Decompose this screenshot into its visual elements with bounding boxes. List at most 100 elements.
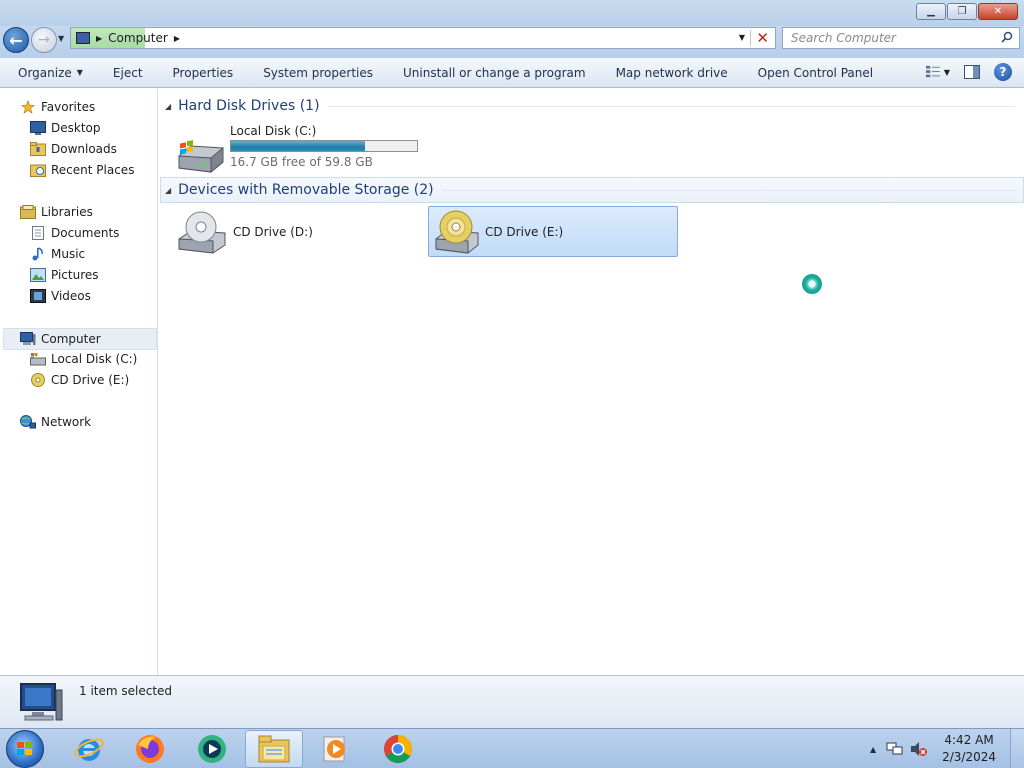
- chrome-icon: [384, 735, 412, 763]
- group-divider: [327, 105, 1015, 107]
- file-explorer-icon: [258, 735, 290, 763]
- change-view-button[interactable]: ▼: [926, 63, 950, 81]
- close-button[interactable]: ✕: [978, 3, 1018, 20]
- local-disk-free-space: 16.7 GB free of 59.8 GB: [230, 155, 373, 169]
- hard-drive-icon: [30, 353, 46, 366]
- details-pane: 1 item selected: [0, 675, 1024, 728]
- command-bar: Organize ▼ Eject Properties System proper…: [0, 58, 1024, 88]
- address-divider: [750, 30, 751, 46]
- address-bar[interactable]: ▶ Computer ▶ ▼ ✕: [70, 27, 776, 49]
- desktop-icon: [30, 121, 46, 135]
- stop-icon[interactable]: ✕: [756, 29, 769, 47]
- nav-desktop[interactable]: Desktop: [30, 118, 101, 138]
- busy-cursor-icon: [802, 274, 822, 294]
- back-arrow-icon: ←: [9, 30, 23, 50]
- taskbar: ▲ 4:42 AM 2/3/2024: [0, 728, 1024, 768]
- show-hidden-icons-icon[interactable]: ▲: [870, 745, 876, 754]
- taskbar-chrome[interactable]: [369, 730, 427, 768]
- taskbar-internet-explorer[interactable]: [60, 730, 118, 768]
- hard-drive-icon: [178, 140, 224, 174]
- system-clock[interactable]: 4:42 AM 2/3/2024: [942, 732, 996, 766]
- map-network-drive-button[interactable]: Map network drive: [601, 58, 743, 88]
- collapse-triangle-icon: ◢: [165, 185, 172, 195]
- breadcrumb-computer[interactable]: Computer: [108, 31, 168, 45]
- nav-favorites[interactable]: Favorites: [20, 97, 95, 117]
- cd-drive-d-label: CD Drive (D:): [233, 225, 313, 239]
- nav-local-disk[interactable]: Local Disk (C:): [30, 349, 137, 369]
- cd-drive-icon: [435, 210, 479, 254]
- nav-cd-drive-e[interactable]: CD Drive (E:): [30, 370, 129, 390]
- nav-computer[interactable]: Computer: [20, 329, 101, 349]
- navigation-pane: Favorites Desktop Downloads Recent Place…: [0, 89, 158, 675]
- computer-icon: [20, 683, 63, 721]
- forward-button[interactable]: →: [31, 27, 57, 53]
- nav-downloads[interactable]: Downloads: [30, 139, 117, 159]
- minimize-button[interactable]: ▁: [916, 3, 946, 20]
- group-removable-storage[interactable]: ◢ Devices with Removable Storage (2): [165, 178, 1015, 202]
- computer-icon: [76, 32, 90, 44]
- window-controls: ▁ ❐ ✕: [916, 3, 1018, 20]
- tile-local-disk[interactable]: Local Disk (C:) 16.7 GB free of 59.8 GB: [177, 124, 418, 174]
- system-properties-button[interactable]: System properties: [248, 58, 388, 88]
- nav-recent-places[interactable]: Recent Places: [30, 160, 134, 180]
- network-status-icon[interactable]: [886, 741, 904, 757]
- clock-date: 2/3/2024: [942, 750, 996, 764]
- help-icon[interactable]: ?: [994, 63, 1012, 81]
- address-dropdown-icon[interactable]: ▼: [739, 33, 745, 42]
- forward-arrow-icon: →: [38, 32, 50, 48]
- properties-button[interactable]: Properties: [158, 58, 249, 88]
- taskbar-media-player[interactable]: [307, 730, 365, 768]
- nav-documents[interactable]: Documents: [30, 223, 119, 243]
- navigation-bar: ← → ▼ ▶ Computer ▶ ▼ ✕: [0, 26, 1024, 58]
- chevron-down-icon[interactable]: ▼: [944, 68, 950, 77]
- nav-music[interactable]: Music: [30, 244, 85, 264]
- nav-videos[interactable]: Videos: [30, 286, 91, 306]
- close-icon: ✕: [993, 5, 1003, 17]
- firefox-icon: [136, 735, 164, 763]
- tile-cd-drive-d[interactable]: CD Drive (D:): [177, 209, 313, 255]
- search-box[interactable]: [782, 27, 1020, 49]
- media-player-icon: [323, 736, 345, 762]
- uninstall-program-button[interactable]: Uninstall or change a program: [388, 58, 601, 88]
- downloads-folder-icon: [30, 142, 46, 156]
- nav-libraries[interactable]: Libraries: [20, 202, 93, 222]
- search-icon[interactable]: [1001, 31, 1013, 43]
- volume-muted-icon[interactable]: [910, 741, 928, 757]
- preview-pane-icon[interactable]: [964, 65, 980, 79]
- eject-button[interactable]: Eject: [98, 58, 158, 88]
- taskbar-file-explorer[interactable]: [245, 730, 303, 768]
- search-input[interactable]: [791, 31, 991, 45]
- collapse-triangle-icon: ◢: [165, 101, 172, 111]
- chevron-down-icon: ▼: [76, 68, 83, 77]
- content-area: ◢ Hard Disk Drives (1) Local Disk (C:) 1…: [159, 89, 1024, 675]
- internet-explorer-icon: [74, 738, 104, 761]
- system-tray: ▲ 4:42 AM 2/3/2024: [870, 729, 1024, 768]
- network-icon: [20, 415, 36, 429]
- title-bar: ▁ ❐ ✕: [0, 0, 1024, 26]
- nav-network[interactable]: Network: [20, 412, 91, 432]
- start-button[interactable]: [6, 730, 44, 768]
- tile-cd-drive-e[interactable]: CD Drive (E:): [434, 209, 563, 255]
- recent-pages-dropdown-icon[interactable]: ▼: [58, 34, 64, 43]
- taskbar-media-app[interactable]: [183, 730, 241, 768]
- toolbar-right-controls: ▼ ?: [926, 63, 1012, 81]
- local-disk-label: Local Disk (C:): [230, 124, 317, 138]
- breadcrumb-arrow-icon[interactable]: ▶: [174, 34, 180, 43]
- organize-menu[interactable]: Organize ▼: [0, 58, 98, 88]
- taskbar-firefox[interactable]: [121, 730, 179, 768]
- cd-drive-icon: [178, 211, 226, 254]
- back-button[interactable]: ←: [3, 27, 29, 53]
- music-icon: [32, 247, 43, 261]
- nav-pictures[interactable]: Pictures: [30, 265, 99, 285]
- restore-icon: ❐: [957, 5, 967, 17]
- open-control-panel-button[interactable]: Open Control Panel: [743, 58, 888, 88]
- view-options-icon: [926, 65, 940, 78]
- cd-drive-icon: [31, 373, 45, 387]
- disk-capacity-bar: [230, 140, 418, 152]
- breadcrumb-arrow-icon[interactable]: ▶: [96, 34, 102, 43]
- documents-icon: [32, 226, 44, 240]
- selection-status: 1 item selected: [79, 684, 173, 698]
- show-desktop-button[interactable]: [1010, 729, 1024, 768]
- group-hard-disk-drives[interactable]: ◢ Hard Disk Drives (1): [165, 94, 1015, 118]
- maximize-button[interactable]: ❐: [947, 3, 977, 20]
